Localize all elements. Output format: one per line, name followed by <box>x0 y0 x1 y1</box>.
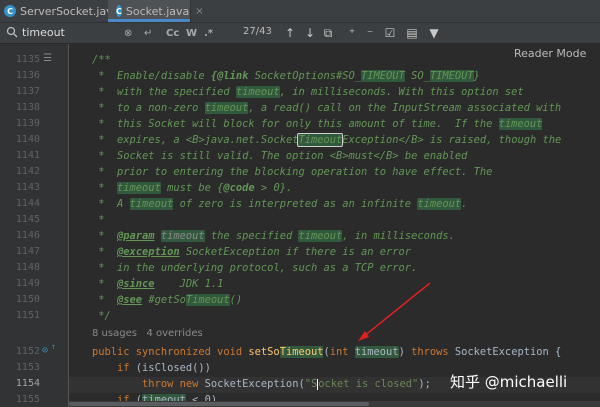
horizontal-scrollbar[interactable] <box>69 401 600 407</box>
scrollbar-thumb[interactable] <box>69 402 369 406</box>
annotation-arrow <box>358 282 431 341</box>
watermark: 知乎 @michaelli <box>450 373 568 391</box>
